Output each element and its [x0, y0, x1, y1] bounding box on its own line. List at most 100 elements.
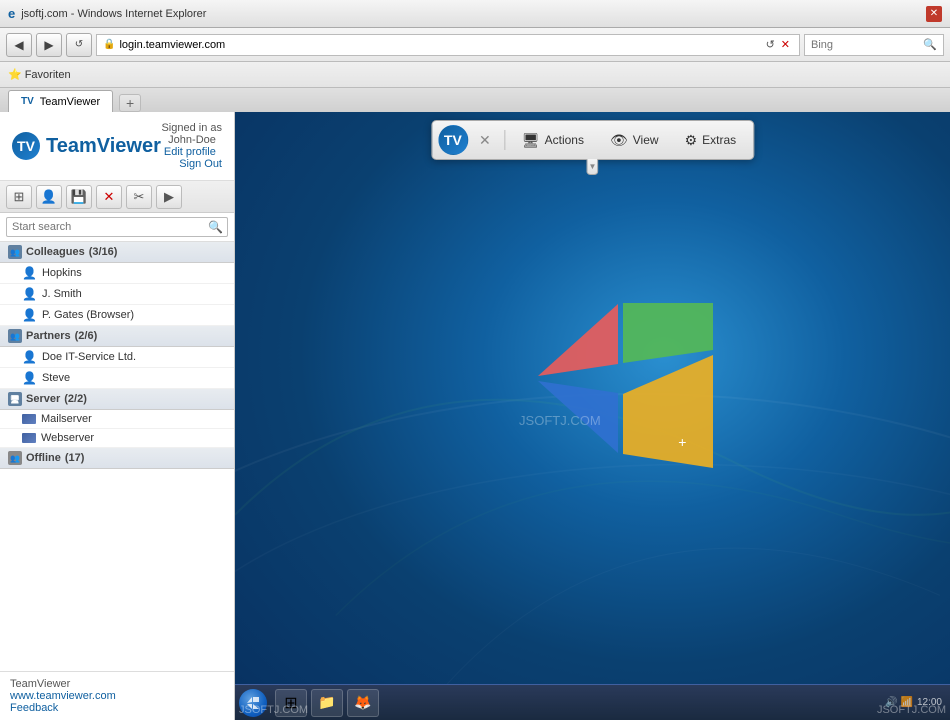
signed-in-text: Signed in as John-Doe [161, 122, 222, 146]
group-partners[interactable]: 👥 Partners (2/6) [0, 326, 234, 347]
bottom-right-watermark: JSOFTJ.COM [877, 704, 946, 716]
sidebar-footer: TeamViewer www.teamviewer.com Feedback [0, 671, 234, 720]
view-button[interactable]: 👁 View [599, 126, 670, 154]
server-label: Server [26, 393, 60, 405]
tab-icon: TV [21, 96, 34, 107]
browser-toolbar: ◀ ▶ ↺ 🔒 ↺ ✕ 🔍 [0, 28, 950, 62]
contact-icon: 👤 [22, 350, 37, 364]
tv-logo-icon: TV [12, 132, 40, 160]
group-colleagues[interactable]: 👥 Colleagues (3/16) [0, 242, 234, 263]
contact-hopkins[interactable]: 👤 Hopkins [0, 263, 234, 284]
search-input[interactable] [811, 39, 923, 51]
tab-teamviewer[interactable]: TV TeamViewer [8, 90, 113, 112]
main-layout: TV TeamViewer Signed in as John-Doe Edit… [0, 112, 950, 720]
remote-close-button[interactable]: ✕ [472, 127, 498, 153]
group-offline[interactable]: 👥 Offline (17) [0, 448, 234, 469]
group-server[interactable]: 🖥 Server (2/2) [0, 389, 234, 410]
contact-name: Doe IT-Service Ltd. [42, 351, 136, 363]
address-bar: 🔒 ↺ ✕ [96, 34, 800, 56]
tv-user-info: Signed in as John-Doe Edit profile Sign … [161, 122, 222, 170]
contact-steve[interactable]: 👤 Steve [0, 368, 234, 389]
favorites-label: Favoriten [25, 69, 71, 81]
tv-logo: TV TeamViewer [12, 132, 161, 160]
start-session-button[interactable]: ▶ [156, 185, 182, 209]
properties-button[interactable]: ✂ [126, 185, 152, 209]
footer-feedback-link[interactable]: Feedback [10, 702, 224, 714]
contact-j-smith[interactable]: 👤 J. Smith [0, 284, 234, 305]
tv-header: TV TeamViewer Signed in as John-Doe Edit… [0, 112, 234, 181]
server-name: Mailserver [41, 413, 92, 425]
server-webserver[interactable]: Webserver [0, 429, 234, 448]
extras-button[interactable]: ⚙ Extras [674, 126, 748, 154]
search-bar: 🔍 [804, 34, 944, 56]
partners-icon: 👥 [8, 329, 22, 343]
windows-taskbar: ⊞ 📁 🦊 🔊 📶 12:00 [235, 684, 950, 720]
partners-label: Partners [26, 330, 71, 342]
contact-name: Hopkins [42, 267, 82, 279]
favorites-button[interactable]: ⭐ Favoriten [8, 68, 71, 81]
search-icon[interactable]: 🔍 [923, 38, 937, 51]
refresh-button[interactable]: ↺ [66, 33, 92, 57]
remote-toolbar: TV ✕ 🖥 Actions 👁 View ⚙ Extras ▼ [431, 120, 754, 160]
contact-p-gates[interactable]: 👤 P. Gates (Browser) [0, 305, 234, 326]
cursor: + [678, 434, 686, 442]
browser-title: jsoftj.com - Windows Internet Explorer [21, 8, 206, 20]
view-icon: 👁 [610, 132, 628, 149]
new-tab-button[interactable]: + [119, 94, 141, 112]
contact-name: Steve [42, 372, 70, 384]
browser-close-button[interactable]: ✕ [926, 6, 942, 22]
offline-count: (17) [65, 452, 85, 464]
tab-label: TeamViewer [40, 96, 100, 108]
windows-desktop: JSOFTJ.COM + ⊞ � [235, 112, 950, 720]
footer-website-link[interactable]: www.teamviewer.com [10, 690, 224, 702]
save-button[interactable]: 💾 [66, 185, 92, 209]
contact-icon: 👤 [22, 287, 37, 301]
sign-out-link[interactable]: Sign Out [179, 158, 222, 170]
bottom-left-watermark: JSOFTJ.COM [239, 704, 308, 716]
windows-logo [528, 296, 728, 496]
tab-bar: TV TeamViewer + [0, 88, 950, 112]
tv-search-inner: 🔍 [6, 217, 228, 237]
new-connection-button[interactable]: ⊞ [6, 185, 32, 209]
contact-doe-it[interactable]: 👤 Doe IT-Service Ltd. [0, 347, 234, 368]
back-button[interactable]: ◀ [6, 33, 32, 57]
contact-name: J. Smith [42, 288, 82, 300]
taskbar-item-folder[interactable]: 📁 [311, 689, 343, 717]
tv-tree: 👥 Colleagues (3/16) 👤 Hopkins 👤 J. Smith… [0, 242, 234, 671]
address-stop-icon[interactable]: ✕ [781, 38, 790, 51]
toolbar-collapse-button[interactable]: ▼ [586, 159, 598, 175]
offline-label: Offline [26, 452, 61, 464]
tv-logo-text: TeamViewer [46, 135, 161, 158]
taskbar-item-firefox[interactable]: 🦊 [347, 689, 379, 717]
actions-button[interactable]: 🖥 Actions [511, 126, 595, 154]
favorites-bar: ⭐ Favoriten [0, 62, 950, 88]
server-icon [22, 433, 36, 443]
address-refresh-icon[interactable]: ↺ [766, 38, 775, 51]
forward-button[interactable]: ▶ [36, 33, 62, 57]
tv-logo-button[interactable]: TV [438, 125, 468, 155]
extras-label: Extras [702, 133, 736, 147]
star-icon: ⭐ [8, 68, 22, 81]
offline-icon: 👥 [8, 451, 22, 465]
server-name: Webserver [41, 432, 94, 444]
server-mailserver[interactable]: Mailserver [0, 410, 234, 429]
contact-icon: 👤 [22, 371, 37, 385]
tv-inner-toolbar: ⊞ 👤 💾 ✕ ✂ ▶ [0, 181, 234, 213]
server-count: (2/2) [64, 393, 87, 405]
toolbar-separator [504, 130, 505, 150]
view-label: View [633, 133, 659, 147]
tv-search-area: 🔍 [0, 213, 234, 242]
address-input[interactable] [119, 39, 762, 51]
tv-search-icon[interactable]: 🔍 [204, 220, 227, 234]
contact-name: P. Gates (Browser) [42, 309, 134, 321]
partners-count: (2/6) [75, 330, 98, 342]
edit-profile-link[interactable]: Edit profile [164, 146, 216, 158]
contact-icon: 👤 [22, 308, 37, 322]
colleagues-icon: 👥 [8, 245, 22, 259]
footer-company: TeamViewer [10, 678, 70, 690]
server-group-icon: 🖥 [8, 392, 22, 406]
add-contact-button[interactable]: 👤 [36, 185, 62, 209]
tv-search-input[interactable] [7, 218, 204, 236]
sidebar: TV TeamViewer Signed in as John-Doe Edit… [0, 112, 235, 720]
delete-button[interactable]: ✕ [96, 185, 122, 209]
